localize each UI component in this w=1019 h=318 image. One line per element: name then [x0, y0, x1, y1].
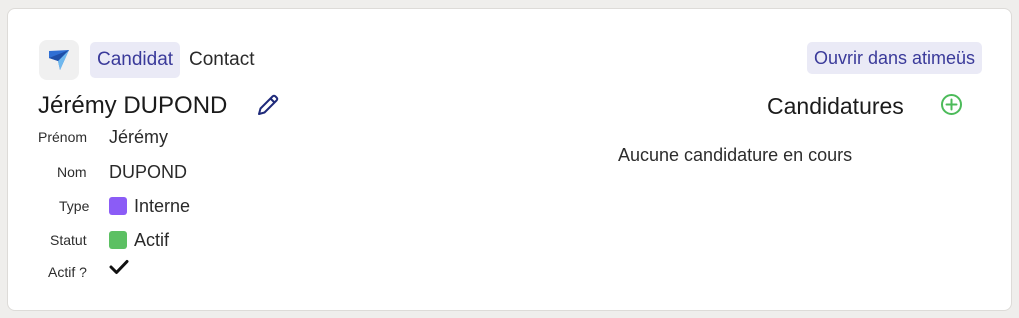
candidatures-empty-message: Aucune candidature en cours: [618, 145, 853, 165]
field-label: Statut: [50, 232, 87, 248]
type-value: Interne: [134, 196, 191, 216]
candidatures-title: Candidatures: [767, 93, 904, 119]
open-in-atimeus-button[interactable]: Ouvrir dans atimeüs: [806, 42, 982, 74]
type-color-swatch: [109, 197, 127, 215]
field-value: Interne: [109, 193, 190, 219]
candidate-name: Jérémy DUPOND: [38, 92, 228, 119]
statut-color-swatch: [109, 231, 127, 249]
field-prenom: Prénom Jérémy: [8, 124, 308, 150]
candidate-card: Candidat Contact Ouvrir dans atimeüs Jér…: [7, 8, 1012, 311]
pencil-icon[interactable]: [255, 92, 281, 118]
statut-value: Actif: [134, 230, 170, 250]
tab-contact[interactable]: Contact: [182, 42, 261, 78]
field-value: Jérémy: [109, 127, 169, 147]
field-nom: Nom DUPOND: [8, 159, 308, 185]
field-label: Nom: [57, 164, 87, 180]
plus-circle-icon[interactable]: [940, 93, 963, 116]
field-actif: Actif ?: [8, 259, 308, 285]
field-value: Actif: [109, 227, 169, 253]
field-label: Prénom: [38, 129, 88, 145]
field-type: Type Interne: [8, 193, 308, 219]
checkmark-icon: [109, 260, 129, 274]
field-value: DUPOND: [109, 162, 188, 182]
field-statut: Statut Actif: [8, 227, 308, 253]
atimeus-logo-icon: [39, 40, 79, 80]
field-value: [109, 259, 129, 275]
field-label: Type: [59, 198, 90, 214]
tab-candidat[interactable]: Candidat: [90, 42, 181, 78]
field-label: Actif ?: [48, 264, 87, 280]
